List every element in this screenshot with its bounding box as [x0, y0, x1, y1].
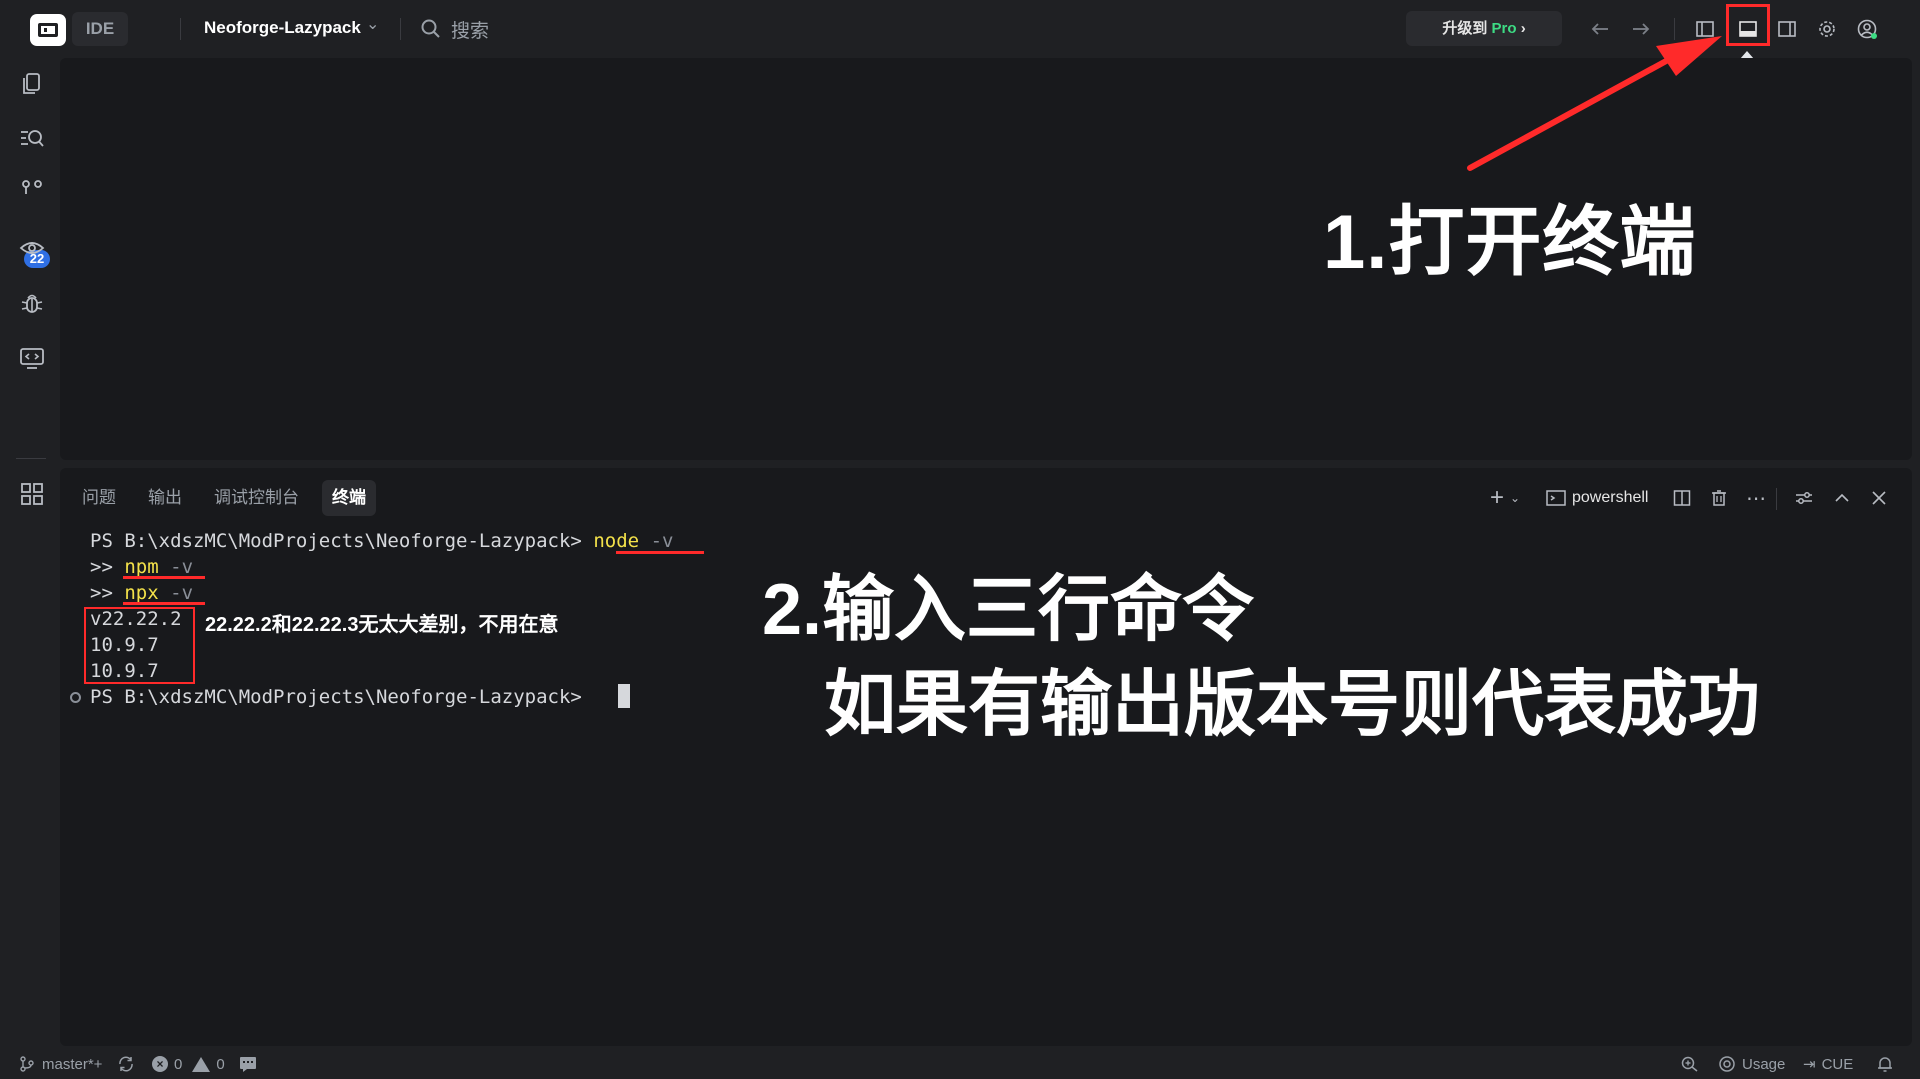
- maximize-panel-icon[interactable]: [1833, 486, 1851, 510]
- annotation-step2-detail: 如果有输出版本号则代表成功: [824, 665, 1761, 745]
- bell-icon[interactable]: [1876, 1055, 1894, 1073]
- flag: -v: [650, 530, 674, 552]
- zoom-icon[interactable]: [1680, 1055, 1700, 1073]
- annotation-step1: 1.打开终端: [1323, 200, 1697, 285]
- split-terminal-icon[interactable]: [1673, 486, 1691, 510]
- git-branch-icon: [20, 1056, 34, 1072]
- flag: -v: [170, 582, 194, 604]
- tab-terminal[interactable]: 终端: [322, 480, 376, 516]
- annotation-note: 22.22.2和22.22.3无太大差别，不用在意: [205, 614, 559, 636]
- prompt: PS B:\xdszMC\ModProjects\Neoforge-Lazypa…: [90, 530, 582, 552]
- terminal-icon: [1546, 490, 1566, 506]
- terminal-line: PS B:\xdszMC\ModProjects\Neoforge-Lazypa…: [90, 530, 673, 552]
- usage-indicator[interactable]: Usage: [1718, 1055, 1785, 1073]
- cue-label: CUE: [1821, 1055, 1854, 1073]
- shell-selector[interactable]: powershell: [1546, 486, 1648, 510]
- command: npm: [124, 556, 159, 578]
- tab-problems[interactable]: 问题: [72, 480, 126, 516]
- terminal-line: >> npm -v: [90, 556, 193, 578]
- error-icon: ×: [152, 1056, 168, 1072]
- annotation-step2: 2.输入三行命令: [762, 570, 1255, 650]
- chat-icon[interactable]: [238, 1055, 258, 1073]
- trash-icon[interactable]: [1710, 486, 1728, 510]
- command: node: [593, 530, 640, 552]
- cue-indicator[interactable]: ⇥ CUE: [1803, 1055, 1854, 1074]
- panel-settings-icon[interactable]: [1794, 486, 1814, 510]
- annotation-box: [84, 607, 195, 684]
- continuation: >>: [90, 556, 113, 578]
- divider: [1776, 488, 1777, 510]
- annotation-underline: [123, 576, 205, 579]
- tab-output[interactable]: 输出: [138, 480, 192, 516]
- usage-label: Usage: [1742, 1055, 1786, 1073]
- annotation-underline: [616, 551, 704, 554]
- more-icon[interactable]: ⋯: [1746, 486, 1766, 510]
- cue-icon: ⇥: [1803, 1056, 1816, 1073]
- flag: -v: [170, 556, 194, 578]
- error-count: 0: [174, 1055, 183, 1073]
- gauge-icon: [1719, 1056, 1735, 1072]
- new-terminal-icon[interactable]: + ⌄: [1490, 484, 1520, 511]
- prompt-status-icon: [70, 692, 81, 703]
- continuation: >>: [90, 582, 113, 604]
- shell-name: powershell: [1572, 489, 1649, 506]
- terminal-line: PS B:\xdszMC\ModProjects\Neoforge-Lazypa…: [90, 686, 582, 708]
- status-bar: master*+ × 0 0 Usage ⇥ CUE: [0, 1048, 1920, 1079]
- terminal-line: >> npx -v: [90, 582, 193, 604]
- warning-icon: [192, 1056, 211, 1072]
- command: npx: [124, 582, 159, 604]
- terminal-cursor: [618, 684, 630, 708]
- warning-count: 0: [216, 1055, 225, 1073]
- tab-debug-console[interactable]: 调试控制台: [204, 480, 309, 516]
- annotation-underline: [123, 602, 205, 605]
- branch-name: master*+: [42, 1055, 103, 1073]
- problems-indicator[interactable]: × 0 0: [152, 1055, 225, 1073]
- sync-icon[interactable]: [116, 1055, 136, 1073]
- close-panel-icon[interactable]: [1870, 486, 1888, 510]
- branch-indicator[interactable]: master*+: [18, 1055, 102, 1073]
